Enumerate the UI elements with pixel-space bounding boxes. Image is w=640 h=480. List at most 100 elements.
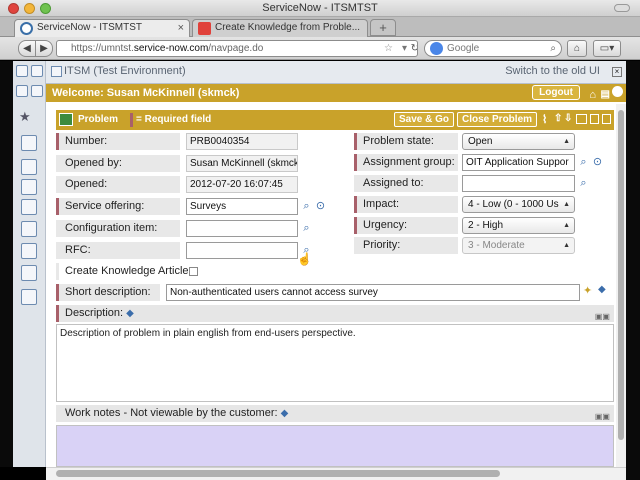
configuration-item-label: Configuration item: xyxy=(56,220,180,237)
urgency-value: 2 - High xyxy=(468,220,504,231)
configuration-item-field[interactable] xyxy=(186,220,298,237)
back-button[interactable]: ◀ xyxy=(18,40,36,57)
short-description-label: Short description: xyxy=(56,284,160,301)
search-input[interactable]: Google ⌕ xyxy=(424,40,562,57)
switch-ui-link[interactable]: Switch to the old UI xyxy=(505,65,600,77)
search-placeholder: Google xyxy=(447,43,480,54)
urgency-select[interactable]: 2 - High ▲▼ xyxy=(462,217,575,234)
tab-create-knowledge[interactable]: Create Knowledge from Proble... xyxy=(192,19,368,37)
up-icon[interactable]: ⇧ xyxy=(554,113,562,124)
app-icon-8[interactable] xyxy=(21,289,37,305)
reference-info-icon[interactable]: ⊙ xyxy=(591,156,604,169)
collapse-icon[interactable] xyxy=(51,66,62,77)
app-icon-3[interactable] xyxy=(21,179,37,195)
tab-servicenow[interactable]: ServiceNow - ITSMTST × xyxy=(14,19,190,37)
list-view-icon[interactable] xyxy=(31,85,43,97)
configuration-item-label-text: Configuration item: xyxy=(65,222,158,234)
bookmark-star-icon[interactable]: ☆ xyxy=(384,41,393,56)
minimize-window-button[interactable] xyxy=(24,3,35,14)
vertical-scrollbar-thumb[interactable] xyxy=(618,110,624,440)
spell-check-icon[interactable]: ◆ xyxy=(126,308,134,319)
toolbar-toggle-button[interactable] xyxy=(614,4,630,12)
expand-collapse-icon[interactable]: ▣▣ xyxy=(595,308,610,325)
close-problem-button[interactable]: Close Problem xyxy=(457,112,538,127)
servicenow-red-favicon-icon xyxy=(198,22,211,35)
menu-button[interactable]: ▭▾ xyxy=(593,40,621,57)
work-notes-textarea[interactable] xyxy=(56,425,614,467)
mouse-cursor-icon: ☝ xyxy=(297,252,312,266)
split-icon[interactable] xyxy=(590,114,599,124)
horizontal-scrollbar[interactable] xyxy=(46,467,626,480)
attachment-icon[interactable]: ⌇ xyxy=(542,113,547,126)
spell-check-icon[interactable]: ◆ xyxy=(598,284,606,295)
description-label: Description: xyxy=(65,307,124,319)
opened-field: 2012-07-20 16:07:45 xyxy=(186,176,298,193)
app-banner: ITSM (Test Environment) Switch to the ol… xyxy=(46,61,626,84)
search-icon[interactable]: ⌕ xyxy=(577,177,590,190)
description-textarea[interactable]: Description of problem in plain english … xyxy=(56,324,614,402)
spell-check-icon[interactable]: ◆ xyxy=(281,408,289,419)
reference-info-icon[interactable]: ⊙ xyxy=(314,200,327,213)
description-text: Description of problem in plain english … xyxy=(60,328,356,339)
new-tab-button[interactable]: + xyxy=(370,19,396,36)
tab-label: Create Knowledge from Proble... xyxy=(215,22,361,33)
app-icon-1[interactable] xyxy=(21,135,37,151)
search-icon[interactable]: ⌕ xyxy=(300,222,313,235)
lightbulb-icon[interactable]: ✦ xyxy=(583,284,592,297)
impact-select[interactable]: 4 - Low (0 - 1000 Us ▲▼ xyxy=(462,196,575,213)
app-icon-7[interactable] xyxy=(21,265,37,281)
rfc-label: RFC: xyxy=(56,242,180,259)
close-banner-icon[interactable]: × xyxy=(612,67,622,77)
window-titlebar: ServiceNow - ITSMTST xyxy=(0,0,640,17)
reload-icon[interactable]: ↻ xyxy=(411,41,417,56)
logout-button[interactable]: Logout xyxy=(532,85,580,100)
tab-bar: ServiceNow - ITSMTST × Create Knowledge … xyxy=(0,17,640,37)
rfc-field[interactable] xyxy=(186,242,298,259)
navigation-bar: ◀ ▶ https://umntst.service-now.com/navpa… xyxy=(0,37,640,60)
problem-state-select[interactable]: Open ▲▼ xyxy=(462,133,575,150)
number-label-text: Number: xyxy=(65,135,108,147)
tab-label: ServiceNow - ITSMTST xyxy=(37,22,143,33)
create-knowledge-label-text: Create Knowledge Article: xyxy=(65,265,192,277)
close-tab-icon[interactable]: × xyxy=(178,20,184,36)
save-and-go-button[interactable]: Save & Go xyxy=(394,112,455,127)
problem-state-value: Open xyxy=(468,136,493,147)
urgency-label: Urgency: xyxy=(354,217,458,234)
help-icon[interactable] xyxy=(612,86,623,97)
assigned-to-field[interactable] xyxy=(462,175,575,192)
horizontal-scrollbar-thumb[interactable] xyxy=(56,470,500,477)
urgency-label-text: Urgency: xyxy=(363,219,408,231)
down-icon[interactable]: ⇩ xyxy=(564,113,572,124)
work-notes-label-bar: Work notes - Not viewable by the custome… xyxy=(56,405,614,422)
forward-button[interactable]: ▶ xyxy=(35,40,53,57)
service-offering-field[interactable]: Surveys xyxy=(186,198,298,215)
folder-icon[interactable] xyxy=(576,114,587,124)
star-icon[interactable]: ★ xyxy=(19,109,41,124)
expand-collapse-icon[interactable]: ▣▣ xyxy=(595,408,610,425)
short-description-field[interactable]: Non-authenticated users cannot access su… xyxy=(166,284,580,301)
split-view-icon[interactable] xyxy=(16,85,28,97)
welcome-bar: Welcome: Susan McKinnell (skmck) Logout … xyxy=(46,84,626,102)
app-icon-6[interactable] xyxy=(21,243,37,259)
search-icon[interactable]: ⌕ xyxy=(577,156,590,169)
app-icon-4[interactable] xyxy=(21,199,37,215)
full-icon[interactable] xyxy=(602,114,611,124)
search-icon[interactable]: ⌕ xyxy=(300,200,313,213)
url-bar[interactable]: https://umntst.service-now.com/navpage.d… xyxy=(56,40,418,57)
form-context-menu-icon[interactable] xyxy=(59,113,73,126)
zoom-window-button[interactable] xyxy=(40,3,51,14)
search-icon[interactable]: ⌕ xyxy=(550,41,556,56)
dropdown-chevron-icon[interactable]: ▾ xyxy=(402,41,407,56)
assignment-group-field[interactable]: OIT Application Suppor xyxy=(462,154,575,171)
layout-alt-icon[interactable] xyxy=(31,65,43,77)
layout-icon[interactable] xyxy=(16,65,28,77)
create-knowledge-checkbox[interactable] xyxy=(189,267,198,276)
app-icon-5[interactable] xyxy=(21,221,37,237)
required-legend: = Required field xyxy=(136,114,212,125)
home-button[interactable]: ⌂ xyxy=(567,40,587,57)
forward-arrow-icon: ▶ xyxy=(40,43,48,54)
description-label-bar: Description: ◆ ▣▣ xyxy=(56,305,614,322)
close-window-button[interactable] xyxy=(8,3,19,14)
app-icon-2[interactable] xyxy=(21,159,37,175)
vertical-scrollbar[interactable] xyxy=(616,104,626,467)
